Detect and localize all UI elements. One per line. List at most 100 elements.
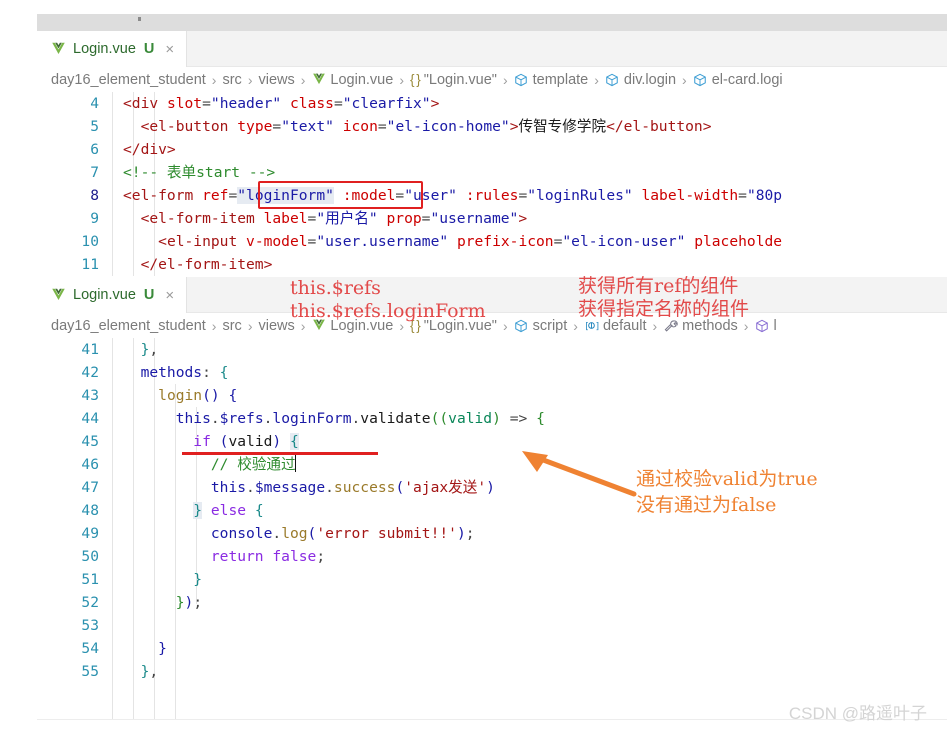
breadcrumb-item-default[interactable]: [ ] default	[584, 318, 647, 334]
chevron-right-icon: ›	[502, 317, 508, 334]
chevron-right-icon: ›	[502, 71, 508, 88]
breadcrumb-item-login[interactable]: l	[754, 317, 777, 334]
breadcrumb-item-template[interactable]: template	[514, 71, 589, 88]
tab-login-vue-top[interactable]: Login.vue U ×	[37, 31, 187, 67]
line-content: }	[158, 640, 167, 657]
code-line[interactable]: 50 return false;	[37, 545, 947, 568]
chevron-right-icon: ›	[682, 71, 687, 88]
line-content: console.log('error submit!!');	[210, 525, 475, 542]
tab-login-vue-bottom[interactable]: Login.vue U ×	[37, 277, 187, 313]
line-number: 48	[81, 502, 99, 519]
line-content: </el-form-item>	[140, 256, 273, 273]
breadcrumb-item-project[interactable]: day16_element_student	[51, 318, 206, 334]
vue-icon	[311, 318, 326, 333]
svg-text:]: ]	[595, 321, 599, 332]
line-number: 9	[90, 210, 99, 227]
chevron-right-icon: ›	[399, 71, 404, 88]
code-line[interactable]: 47 this.$message.success('ajax发送')	[37, 476, 947, 499]
code-line[interactable]: 5 <el-button type="text" icon="el-icon-h…	[37, 115, 947, 138]
code-line[interactable]: 6 </div>	[37, 138, 947, 161]
chevron-right-icon: ›	[300, 317, 306, 334]
line-content: },	[140, 663, 159, 680]
cube-icon	[693, 72, 708, 87]
code-line[interactable]: 54 }	[37, 637, 947, 660]
code-line[interactable]: 7 <!-- 表单start -->	[37, 161, 947, 184]
line-number: 5	[90, 118, 99, 135]
tabbar-bottom: Login.vue U ×	[37, 277, 947, 313]
line-number: 43	[81, 387, 99, 404]
line-content: }	[193, 571, 203, 588]
line-content: return false;	[210, 548, 326, 565]
breadcrumb-item-methods[interactable]: methods	[663, 318, 738, 334]
breadcrumb-item-views[interactable]: views	[258, 72, 294, 88]
code-line[interactable]: 43 login() {	[37, 384, 947, 407]
chevron-right-icon: ›	[211, 71, 217, 88]
line-number: 51	[81, 571, 99, 588]
line-content: login() {	[158, 387, 238, 404]
breadcrumb-item-el-card[interactable]: el-card.logi	[693, 72, 783, 88]
code-line[interactable]: 48 } else {	[37, 499, 947, 522]
code-line[interactable]: 41 },	[37, 338, 947, 361]
breadcrumb-label: l	[773, 317, 777, 334]
breadcrumb-label: src	[222, 71, 242, 88]
breadcrumb-item-div-login[interactable]: div.login	[605, 72, 676, 88]
cube-purple-icon	[754, 318, 769, 333]
breadcrumb-item-project[interactable]: day16_element_student	[51, 72, 206, 88]
breadcrumb-label: div.login	[623, 71, 677, 88]
code-editor-top[interactable]: 4 <div slot="header" class="clearfix"> 5…	[37, 92, 947, 276]
breadcrumb-item-file[interactable]: Login.vue	[311, 318, 393, 334]
breadcrumb-label: day16_element_student	[51, 317, 206, 334]
code-line-active[interactable]: 46 // 校验通过	[37, 453, 947, 476]
close-icon[interactable]: ×	[165, 42, 174, 57]
code-line[interactable]: 45 if (valid) {	[37, 430, 947, 453]
code-line-active[interactable]: 8 <el-form ref="loginForm" :model="user"…	[37, 184, 947, 207]
line-number: 47	[81, 479, 99, 496]
breadcrumb-item-src[interactable]: src	[222, 318, 241, 334]
breadcrumb-label: day16_element_student	[51, 71, 206, 88]
braces-icon: { }	[409, 72, 421, 87]
close-icon[interactable]: ×	[165, 288, 174, 303]
chevron-right-icon: ›	[594, 71, 599, 88]
cube-icon	[514, 318, 529, 333]
line-content: // 校验通过	[210, 455, 297, 473]
breadcrumb-item-module[interactable]: { } "Login.vue"	[410, 72, 497, 88]
editor-panel-top: Login.vue U × day16_element_student › sr…	[37, 31, 947, 276]
breadcrumb-item-file[interactable]: Login.vue	[311, 72, 393, 88]
breadcrumb-label: template	[532, 71, 589, 88]
code-line[interactable]: 10 <el-input v-model="user.username" pre…	[37, 230, 947, 253]
code-line[interactable]: 11 </el-form-item>	[37, 253, 947, 276]
breadcrumb-label: methods	[682, 317, 738, 334]
code-line[interactable]: 42 methods: {	[37, 361, 947, 384]
line-number: 54	[81, 640, 99, 657]
breadcrumb-item-views[interactable]: views	[258, 318, 294, 334]
line-number: 45	[81, 433, 99, 450]
code-line[interactable]: 52 });	[37, 591, 947, 614]
line-number: 46	[81, 456, 99, 473]
line-content: <el-form ref="loginForm" :model="user" :…	[123, 187, 783, 204]
breadcrumb-item-module[interactable]: { } "Login.vue"	[410, 318, 497, 334]
line-number: 42	[81, 364, 99, 381]
line-content: this.$message.success('ajax发送')	[210, 479, 495, 496]
line-number: 44	[81, 410, 99, 427]
code-line[interactable]: 51 }	[37, 568, 947, 591]
titlebar-dot-icon	[138, 17, 141, 21]
code-line[interactable]: 9 <el-form-item label="用户名" prop="userna…	[37, 207, 947, 230]
breadcrumb-item-src[interactable]: src	[222, 72, 241, 88]
breadcrumb-label: views	[258, 71, 295, 88]
code-line[interactable]: 49 console.log('error submit!!');	[37, 522, 947, 545]
line-number: 53	[81, 617, 99, 634]
code-editor-bottom[interactable]: 41 }, 42 methods: { 43 login() { 44 this…	[37, 338, 947, 719]
export-icon: [ ]	[584, 318, 599, 333]
code-line[interactable]: 44 this.$refs.loginForm.validate((valid)…	[37, 407, 947, 430]
braces-icon: { }	[409, 318, 421, 333]
code-line[interactable]: 53	[37, 614, 947, 637]
breadcrumb-item-script[interactable]: script	[514, 318, 567, 334]
editor-panel-bottom: Login.vue U × day16_element_student › sr…	[37, 277, 947, 719]
chevron-right-icon: ›	[652, 317, 658, 334]
line-number: 55	[81, 663, 99, 680]
breadcrumb-label: default	[602, 317, 647, 334]
code-line[interactable]: 55 },	[37, 660, 947, 683]
line-number: 49	[81, 525, 99, 542]
code-line[interactable]: 4 <div slot="header" class="clearfix">	[37, 92, 947, 115]
chevron-right-icon: ›	[573, 317, 578, 334]
